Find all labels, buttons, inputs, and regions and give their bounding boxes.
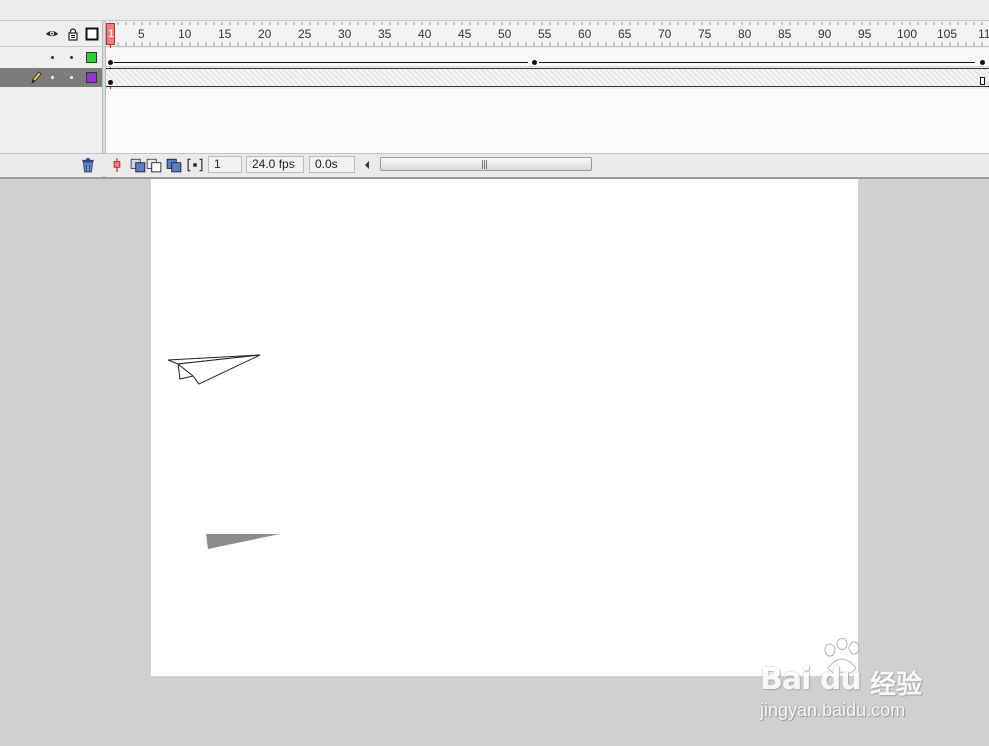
ruler-label-5: 5	[138, 27, 145, 41]
ruler-label-20: 20	[258, 27, 272, 41]
ruler-label-10: 10	[178, 27, 192, 41]
trash-icon[interactable]	[80, 157, 96, 173]
ruler-label-55: 55	[538, 27, 552, 41]
frame-track-1[interactable]	[106, 48, 989, 67]
scroll-left-arrow-icon[interactable]	[362, 159, 372, 171]
playhead[interactable]: 1	[106, 23, 115, 45]
ruler-label-105: 105	[937, 27, 958, 41]
layer-outline-color[interactable]	[86, 72, 97, 83]
ruler-label-25: 25	[298, 27, 312, 41]
ruler-label-85: 85	[778, 27, 792, 41]
outline-icon[interactable]	[85, 27, 99, 41]
ruler-label-95: 95	[858, 27, 872, 41]
frame-rate-field[interactable]: 24.0 fps	[246, 156, 304, 173]
keyframe[interactable]	[108, 60, 113, 65]
playhead-label: 1	[108, 28, 115, 40]
frame-ruler[interactable]: 5 10 15 20 25 30 35 40 45 50 55 60 65 70…	[106, 22, 989, 47]
modify-onion-markers-icon[interactable]	[187, 157, 203, 173]
frame-track-2[interactable]	[106, 68, 989, 87]
ruler-label-40: 40	[418, 27, 432, 41]
frame-grid-empty-area	[106, 89, 989, 153]
ruler-label-90: 90	[818, 27, 832, 41]
visibility-dot[interactable]	[51, 76, 54, 79]
baidu-logo-text: Bai du	[760, 662, 862, 697]
lock-dot[interactable]	[70, 76, 73, 79]
ruler-label-15: 15	[218, 27, 232, 41]
horizontal-scrollbar-thumb[interactable]: |||	[380, 157, 592, 171]
edit-multiple-frames-icon[interactable]	[166, 157, 182, 173]
ruler-label-60: 60	[578, 27, 592, 41]
ruler-label-75: 75	[698, 27, 712, 41]
stage-canvas[interactable]	[151, 179, 858, 676]
keyframe[interactable]	[980, 60, 985, 65]
end-frame[interactable]	[980, 77, 985, 85]
eye-icon[interactable]	[45, 27, 59, 41]
ruler-label-65: 65	[618, 27, 632, 41]
keyframe[interactable]	[108, 80, 113, 85]
elapsed-time-field: 0.0s	[309, 156, 355, 173]
ruler-label-35: 35	[378, 27, 392, 41]
ruler-label-110: 11	[978, 27, 989, 41]
layer-outline-color[interactable]	[86, 52, 97, 63]
timeline-title-strip	[0, 0, 989, 21]
scrollbar-grip: |||	[481, 160, 488, 170]
ruler-label-100: 100	[897, 27, 918, 41]
layer-row-1[interactable]	[0, 48, 102, 67]
lock-dot[interactable]	[70, 56, 73, 59]
keyframe[interactable]	[532, 60, 537, 65]
ruler-label-45: 45	[458, 27, 472, 41]
center-frame-icon[interactable]	[109, 157, 125, 173]
ruler-label-80: 80	[738, 27, 752, 41]
layer-row-2[interactable]	[0, 68, 102, 87]
motion-tween-arrow	[114, 62, 528, 63]
onion-skin-icon[interactable]	[130, 157, 146, 173]
visibility-dot[interactable]	[51, 56, 54, 59]
lock-icon[interactable]	[66, 27, 80, 41]
current-frame-field[interactable]: 1	[208, 156, 242, 173]
ruler-label-50: 50	[498, 27, 512, 41]
baidu-url-text: jingyan.baidu.com	[760, 700, 906, 720]
ruler-label-70: 70	[658, 27, 672, 41]
layer-list-empty-area	[0, 89, 102, 153]
paper-plane[interactable]	[166, 352, 262, 388]
ruler-label-30: 30	[338, 27, 352, 41]
baidu-watermark: Bai du 经验 jingyan.baidu.com	[758, 638, 958, 728]
layer-column-header	[0, 22, 102, 47]
timeline-panel: 5 10 15 20 25 30 35 40 45 50 55 60 65 70…	[0, 0, 989, 179]
onion-skin-outlines-icon[interactable]	[146, 157, 162, 173]
timeline-toolbar: 1 24.0 fps 0.0s |||	[0, 153, 989, 176]
motion-tween-arrow	[539, 62, 975, 63]
baidu-jingyan-text: 经验	[870, 670, 923, 700]
plane-shadow[interactable]	[204, 532, 282, 552]
pencil-icon	[31, 71, 42, 84]
